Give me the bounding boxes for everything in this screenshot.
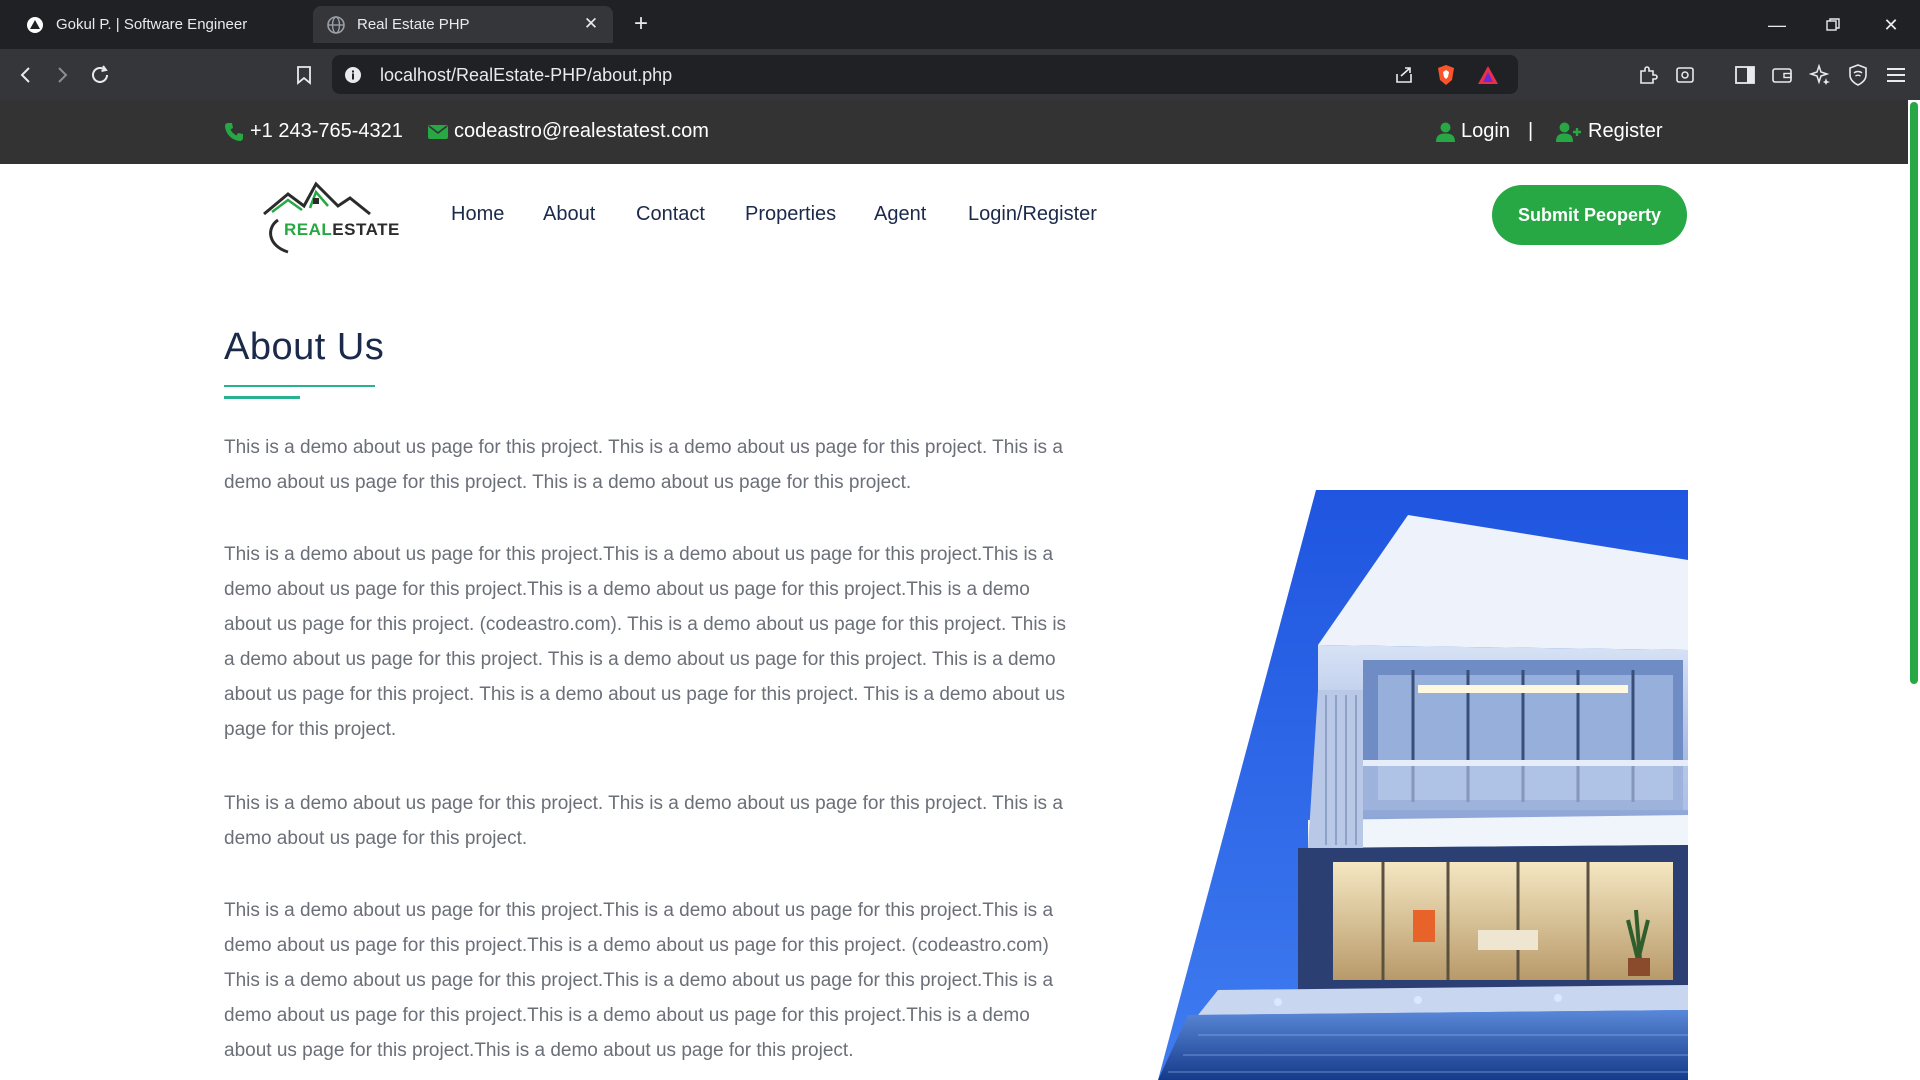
- register-label: Register: [1588, 120, 1663, 142]
- email-contact[interactable]: codeastro@realestatest.com: [428, 120, 709, 143]
- phone-contact[interactable]: +1 243-765-4321: [224, 120, 403, 143]
- page-title: About Us: [224, 326, 385, 368]
- sidebar-icon[interactable]: [1731, 61, 1759, 89]
- modern-house-image: [1158, 490, 1688, 1080]
- tab-title: Real Estate PHP: [357, 16, 470, 33]
- menu-icon[interactable]: [1882, 61, 1910, 89]
- url-text[interactable]: localhost/RealEstate-PHP/about.php: [380, 65, 672, 86]
- tab-portfolio[interactable]: Gokul P. | Software Engineer: [10, 6, 300, 43]
- user-icon: [1436, 122, 1455, 142]
- user-plus-icon: [1556, 122, 1581, 142]
- contact-topbar: +1 243-765-4321 codeastro@realestatest.c…: [0, 100, 1920, 164]
- nav-agent[interactable]: Agent: [874, 203, 926, 226]
- nav-home[interactable]: Home: [451, 203, 504, 226]
- nav-about[interactable]: About: [543, 203, 595, 226]
- triangle-favicon-icon: [26, 16, 44, 34]
- login-label: Login: [1461, 120, 1510, 142]
- reload-icon[interactable]: [86, 61, 114, 89]
- address-bar[interactable]: localhost/RealEstate-PHP/about.php: [332, 55, 1518, 94]
- globe-favicon-icon: [327, 15, 345, 34]
- restore-icon[interactable]: [1820, 12, 1846, 38]
- phone-number: +1 243-765-4321: [250, 120, 403, 142]
- tab-real-estate[interactable]: Real Estate PHP ✕: [313, 6, 613, 43]
- leo-ai-icon[interactable]: [1806, 61, 1834, 89]
- register-link[interactable]: Register: [1556, 120, 1662, 143]
- realestate-logo[interactable]: REALESTATE: [258, 180, 399, 254]
- login-link[interactable]: Login: [1436, 120, 1510, 143]
- browser-tab-bar: Gokul P. | Software Engineer Real Estate…: [0, 0, 1920, 49]
- bookmark-icon[interactable]: [290, 61, 318, 89]
- about-paragraph-3: This is a demo about us page for this pr…: [224, 793, 1063, 849]
- back-icon[interactable]: [12, 61, 40, 89]
- about-paragraph-1: This is a demo about us page for this pr…: [224, 437, 1063, 493]
- brave-rewards-icon[interactable]: [1476, 63, 1500, 87]
- page-scrollbar-thumb[interactable]: [1910, 102, 1918, 684]
- brave-shield-icon[interactable]: [1434, 63, 1458, 87]
- about-paragraph-2: This is a demo about us page for this pr…: [224, 544, 1067, 740]
- browser-toolbar: localhost/RealEstate-PHP/about.php: [0, 49, 1920, 100]
- share-icon[interactable]: [1392, 63, 1416, 87]
- house-illustration: [1158, 490, 1688, 1080]
- nav-properties[interactable]: Properties: [745, 203, 836, 226]
- about-paragraph-4: This is a demo about us page for this pr…: [224, 900, 1054, 1061]
- wallet-icon[interactable]: [1768, 61, 1796, 89]
- new-tab-icon[interactable]: +: [628, 12, 654, 38]
- phone-icon: [225, 122, 243, 141]
- envelope-icon: [428, 124, 448, 139]
- email-address: codeastro@realestatest.com: [454, 120, 709, 142]
- close-tab-icon[interactable]: ✕: [581, 14, 601, 34]
- forward-icon[interactable]: [48, 61, 76, 89]
- extensions-icon[interactable]: [1634, 61, 1662, 89]
- title-underline: [224, 385, 375, 387]
- nav-contact[interactable]: Contact: [636, 203, 705, 226]
- site-info-icon[interactable]: [342, 64, 363, 85]
- title-underline-accent: [224, 396, 300, 399]
- logo-wordmark: REALESTATE: [284, 220, 400, 239]
- topbar-separator: |: [1528, 120, 1534, 142]
- house-roof-icon: [263, 181, 371, 254]
- close-window-icon[interactable]: ✕: [1878, 12, 1904, 38]
- minimize-icon[interactable]: —: [1764, 12, 1790, 38]
- submit-property-button[interactable]: Submit Peoperty: [1492, 185, 1687, 245]
- media-icon[interactable]: [1671, 61, 1699, 89]
- nav-login-register[interactable]: Login/Register: [968, 203, 1097, 226]
- vpn-shield-icon[interactable]: [1844, 61, 1872, 89]
- tab-title: Gokul P. | Software Engineer: [56, 16, 248, 33]
